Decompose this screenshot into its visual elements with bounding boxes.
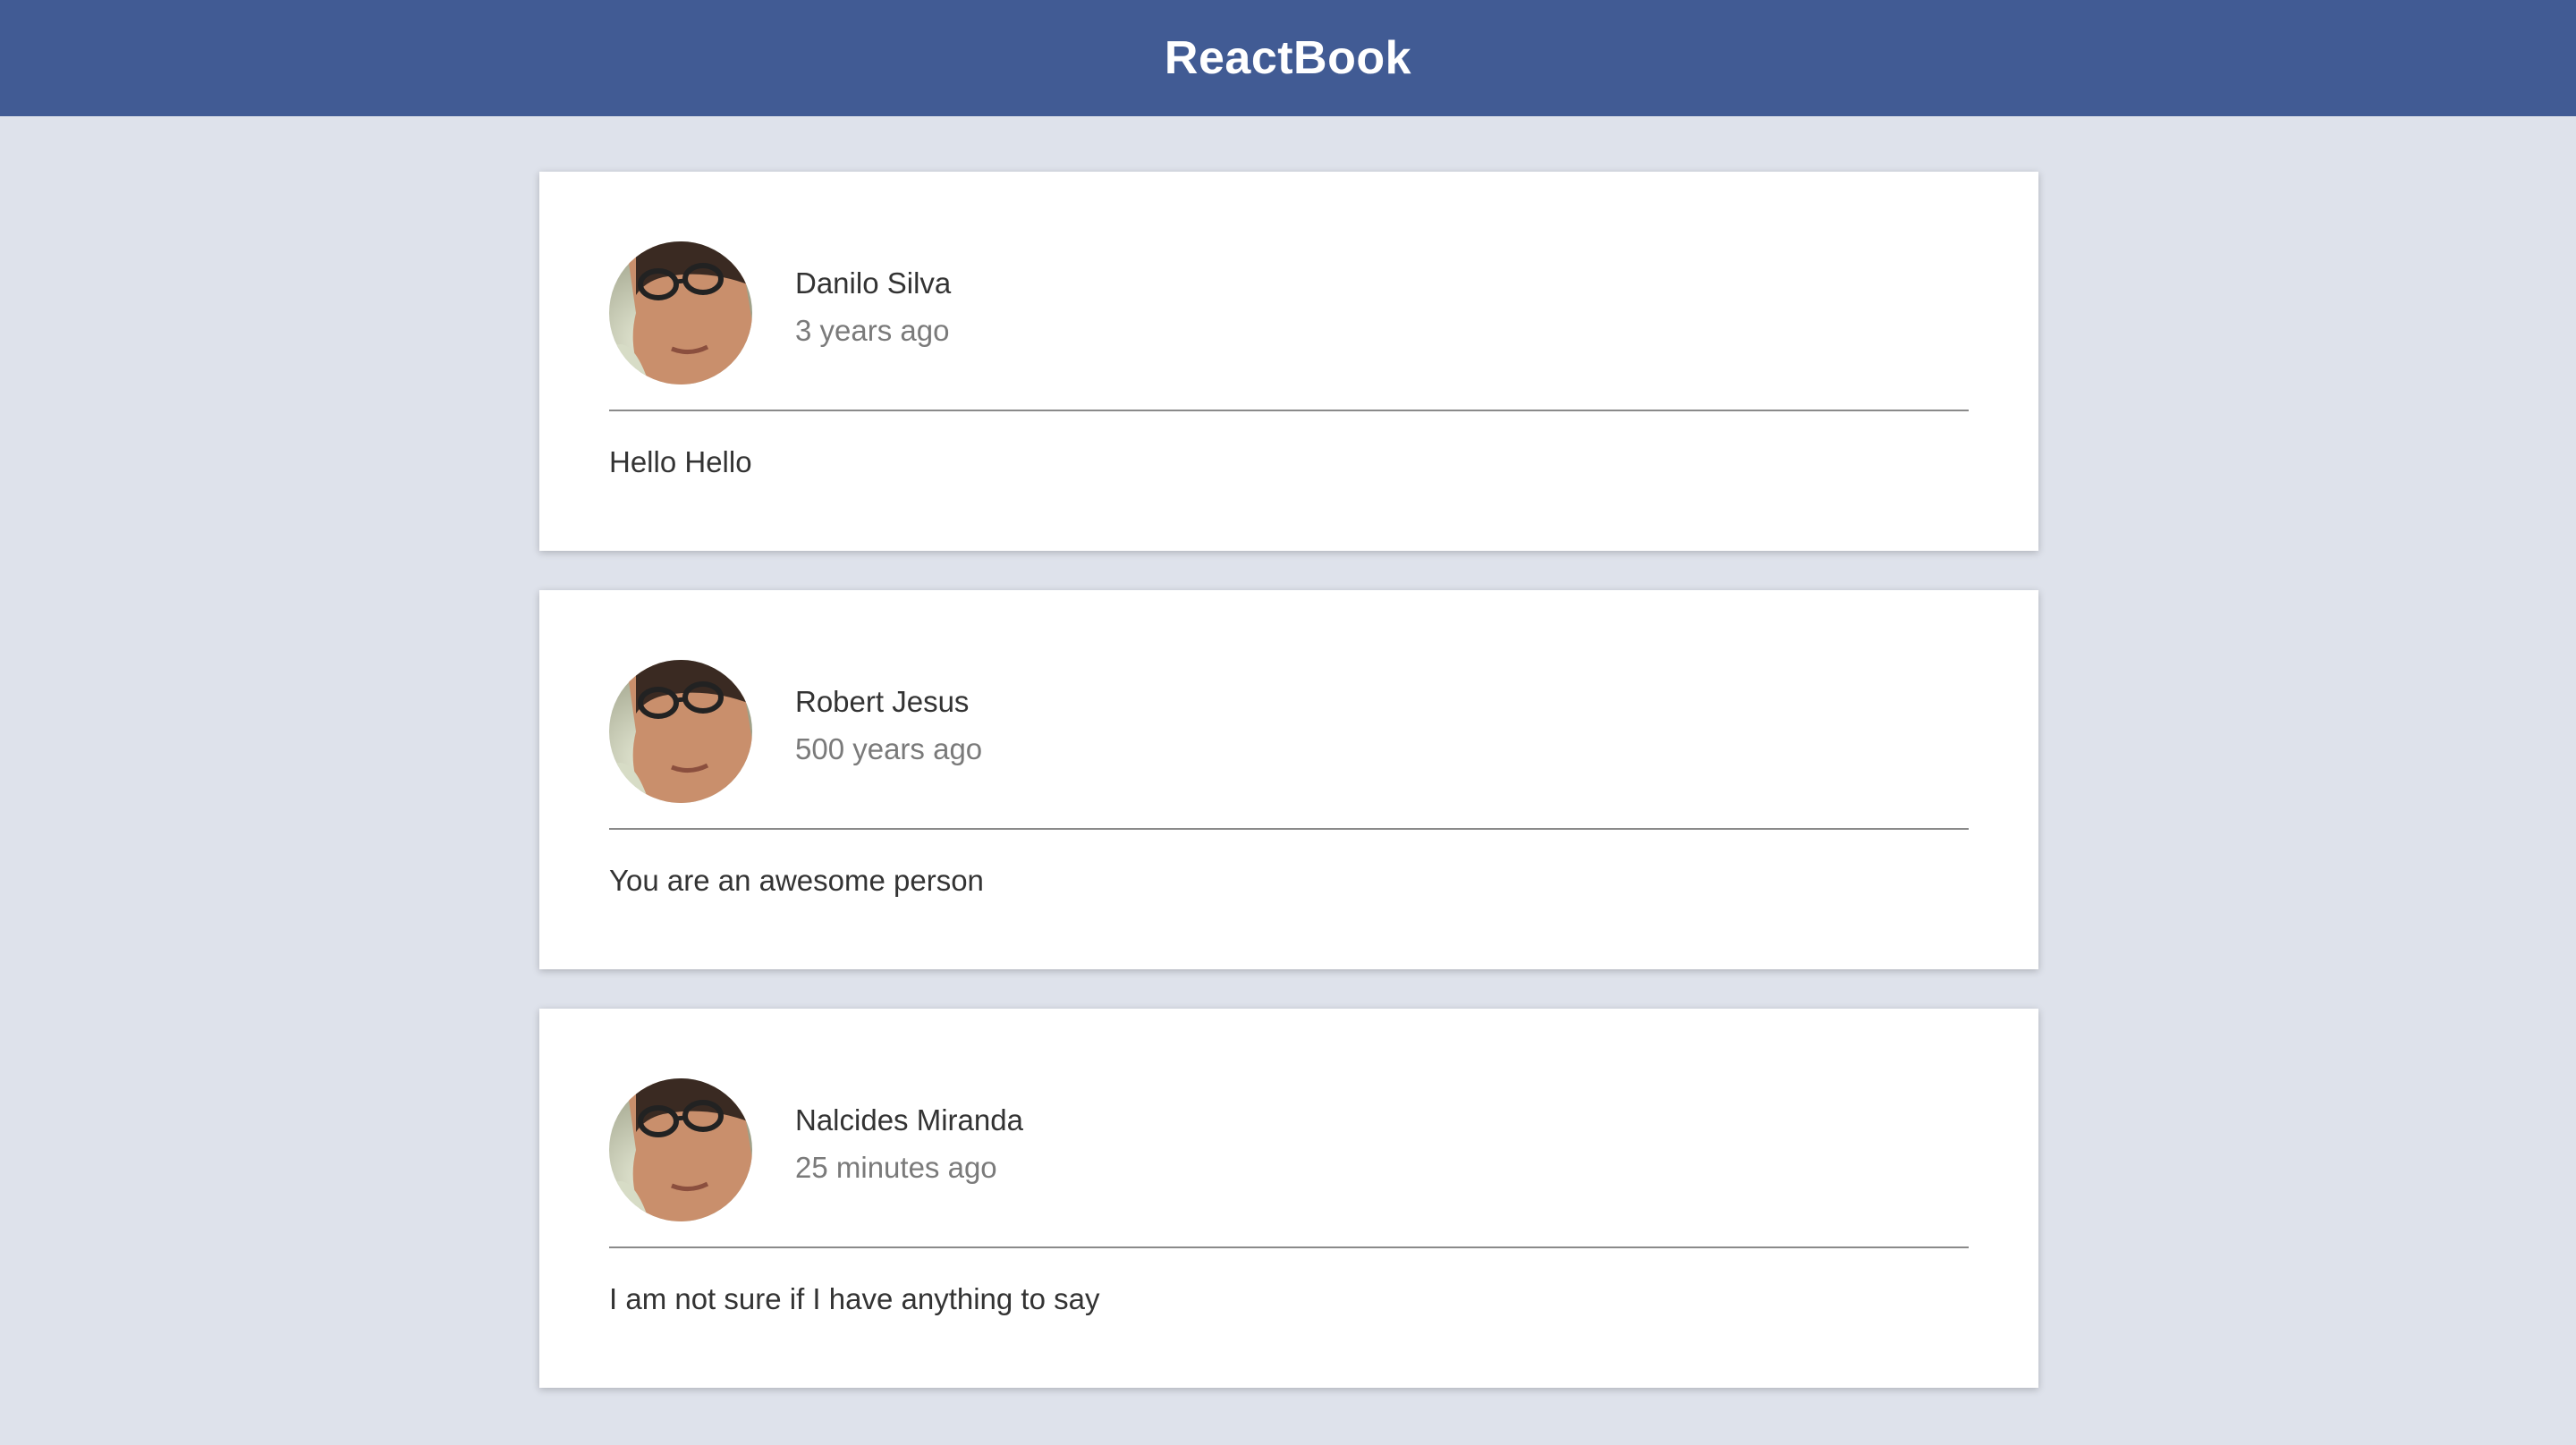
- post-card: Robert Jesus 500 years ago You are an aw…: [539, 590, 2038, 969]
- post-author[interactable]: Robert Jesus: [795, 685, 969, 719]
- avatar[interactable]: [609, 1078, 752, 1221]
- divider: [609, 828, 1969, 830]
- profile-photo-icon: [609, 241, 752, 384]
- avatar[interactable]: [609, 660, 752, 803]
- post-timestamp: 3 years ago: [795, 314, 950, 347]
- post-content: Hello Hello: [609, 445, 752, 478]
- post-content: I am not sure if I have anything to say: [609, 1282, 1100, 1315]
- post-card: Nalcides Miranda 25 minutes ago I am not…: [539, 1009, 2038, 1388]
- profile-photo-icon: [609, 660, 752, 803]
- post-author[interactable]: Danilo Silva: [795, 266, 951, 300]
- post-content: You are an awesome person: [609, 864, 984, 897]
- divider: [609, 410, 1969, 411]
- divider: [609, 1246, 1969, 1248]
- post-author[interactable]: Nalcides Miranda: [795, 1103, 1023, 1137]
- post-timestamp: 500 years ago: [795, 732, 983, 765]
- app-header: ReactBook: [0, 0, 2576, 116]
- app-title: ReactBook: [1164, 32, 1412, 84]
- post-timestamp: 25 minutes ago: [795, 1151, 997, 1184]
- avatar[interactable]: [609, 241, 752, 384]
- post-feed: Danilo Silva 3 years ago Hello Hello Rob…: [539, 172, 2038, 1427]
- post-card: Danilo Silva 3 years ago Hello Hello: [539, 172, 2038, 551]
- profile-photo-icon: [609, 1078, 752, 1221]
